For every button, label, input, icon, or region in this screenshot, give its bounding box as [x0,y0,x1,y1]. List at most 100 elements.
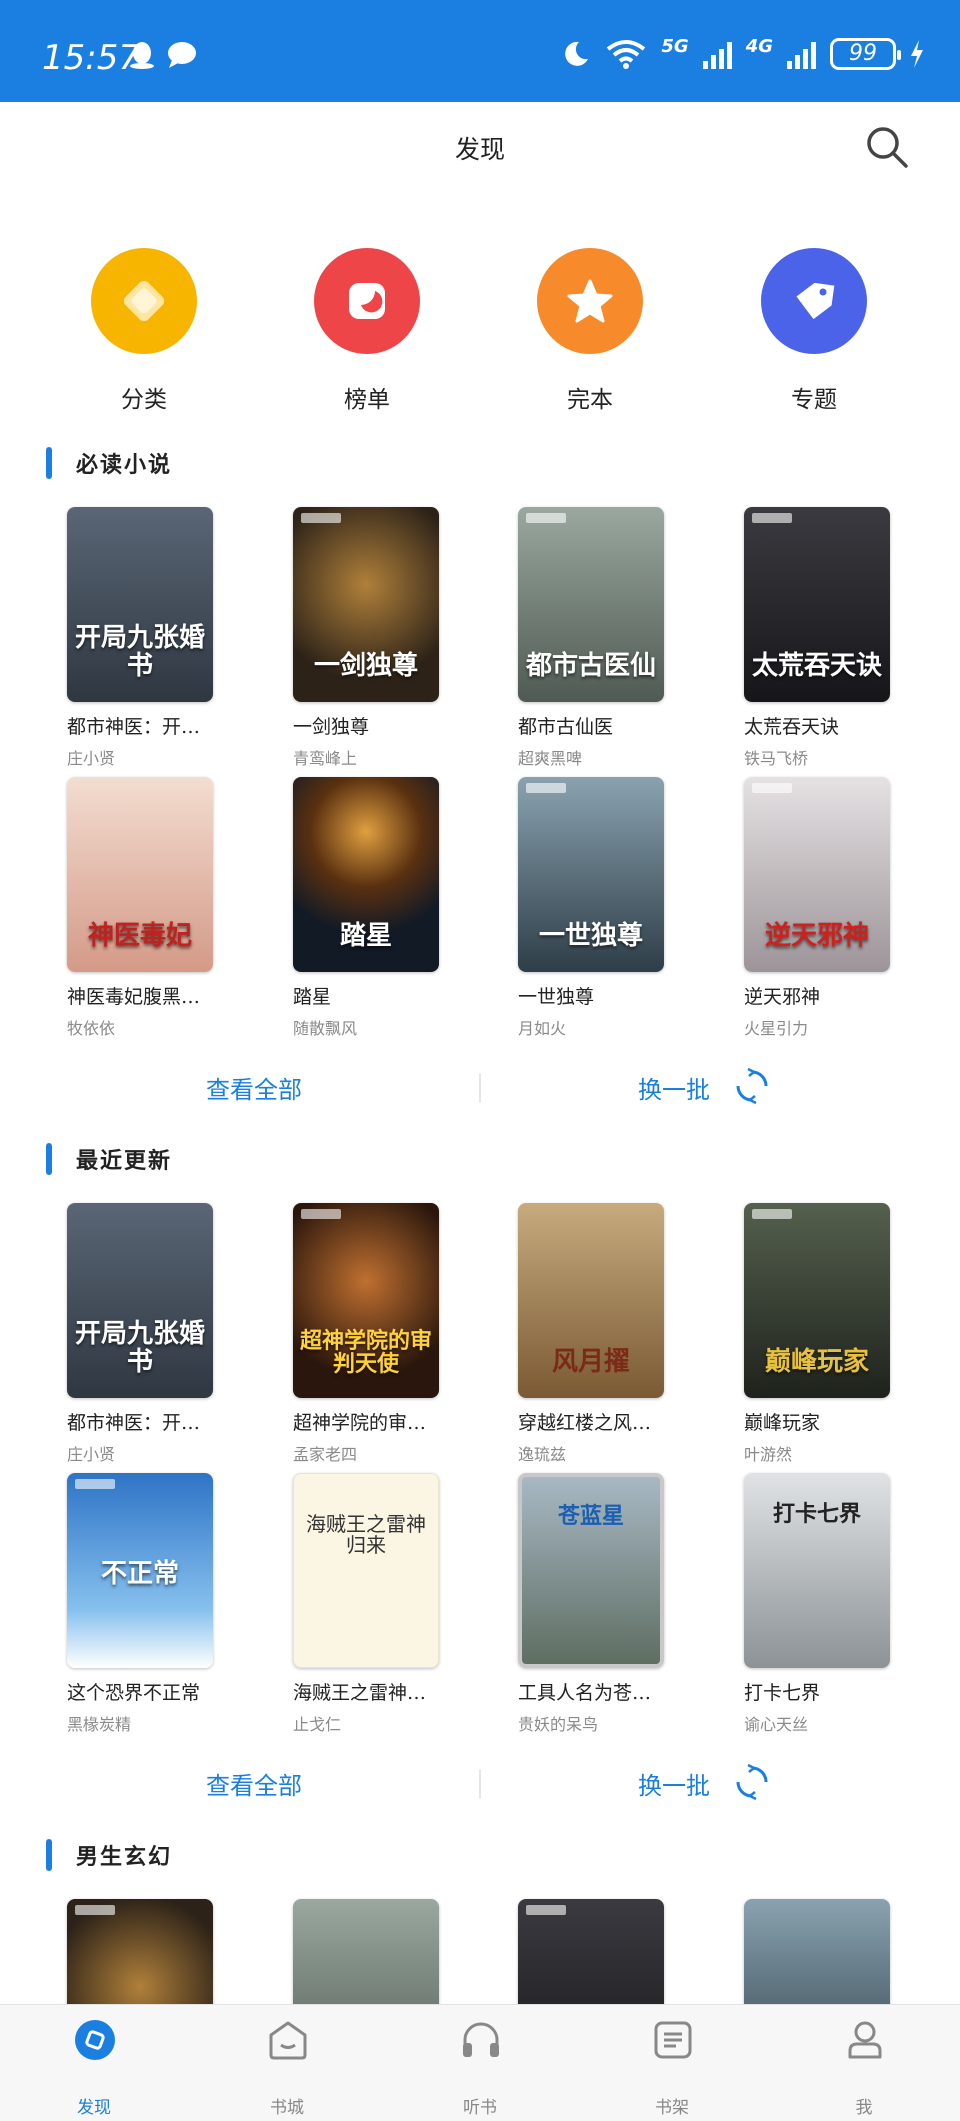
bottom-nav: 发现 书城 听书 书架 我 [0,2004,960,2121]
book-cover: 开局九张婚书 [67,1203,213,1398]
cover-title: 巅峰玩家 [764,1346,869,1377]
status-time: 15:57 [42,38,140,78]
shortcut-category[interactable]: 分类 [64,248,224,414]
section-accent-bar [46,1143,52,1175]
book-title: 踏星 [293,986,332,1008]
book-author: 超爽黑啤 [518,749,583,768]
shortcut-label: 完本 [567,387,613,413]
cover-title: 超神学院的审判天使 [299,1328,432,1377]
book-card[interactable]: 风月擢 穿越红楼之风… 逸琉兹 [518,1203,668,1465]
book-card[interactable]: 海贼王之雷神归来 海贼王之雷神… 止戈仁 [293,1473,443,1735]
notification-icons [128,40,198,70]
moon-badge-icon [314,248,420,354]
nav-label: 书架 [655,2098,689,2118]
battery-icon: 99 [830,37,901,70]
section-actions: 查看全部 换一批 [0,1764,960,1806]
cover-title: 逆天邪神 [764,920,869,951]
view-all-button[interactable]: 查看全部 [206,1766,302,1801]
nav-label: 我 [855,2098,873,2118]
book-author: 止戈仁 [293,1715,342,1734]
book-author: 月如火 [518,1019,567,1038]
section-header: 男生玄幻 [46,1838,172,1872]
book-card[interactable]: 都市古医仙 都市古仙医 超爽黑啤 [518,507,668,769]
nav-bookstore[interactable]: 书城 [227,2005,347,2121]
section-header: 最近更新 [46,1142,172,1176]
publisher-badge [301,513,341,523]
book-author: 孟家老四 [293,1445,358,1464]
section-actions: 查看全部 换一批 [0,1068,960,1110]
book-author: 庄小贤 [67,749,116,768]
publisher-badge [752,783,792,793]
book-card[interactable]: 巅峰玩家 巅峰玩家 叶游然 [744,1203,894,1465]
nav-discover[interactable]: 发现 [34,2005,154,2121]
cover-title: 风月擢 [551,1346,630,1377]
book-author: 铁马飞桥 [744,749,809,768]
book-card[interactable]: 不正常 这个恐界不正常 黑椽炭精 [67,1473,217,1735]
shortcut-label: 分类 [121,387,167,413]
shortcut-completed[interactable]: 完本 [510,248,670,414]
refresh-icon[interactable] [734,1068,770,1104]
book-card[interactable]: 神医毒妃 神医毒妃腹黑… 牧依依 [67,777,217,1039]
nav-profile[interactable]: 我 [804,2005,924,2121]
book-card[interactable]: 踏星 踏星 随散飘风 [293,777,443,1039]
section-title: 男生玄幻 [76,1844,173,1870]
section-accent-bar [46,447,52,479]
book-cover: 都市古医仙 [518,507,664,702]
signal-icon [702,39,732,69]
message-icon [168,42,196,68]
view-all-button[interactable]: 查看全部 [206,1070,302,1105]
shortcut-label: 专题 [791,387,837,413]
book-card[interactable]: 一世独尊 一世独尊 月如火 [518,777,668,1039]
book-card[interactable]: 打卡七界 打卡七界 谕心天丝 [744,1473,894,1735]
book-cover: 太荒吞天诀 [744,507,890,702]
book-author: 青鸾峰上 [293,749,358,768]
book-card[interactable]: 开局九张婚书 都市神医：开… 庄小贤 [67,507,217,769]
shortcut-topic[interactable]: 专题 [734,248,894,414]
publisher-badge [526,513,566,523]
book-title: 逆天邪神 [744,986,821,1008]
book-author: 叶游然 [744,1445,793,1464]
refresh-batch-button[interactable]: 换一批 [638,1070,710,1105]
cover-title: 苍蓝星 [557,1504,624,1529]
refresh-batch-button[interactable]: 换一批 [638,1766,710,1801]
search-icon[interactable] [864,124,910,170]
book-title: 都市神医：开… [67,716,201,738]
shortcut-ranking[interactable]: 榜单 [287,248,447,414]
book-card[interactable]: 开局九张婚书 都市神医：开… 庄小贤 [67,1203,217,1465]
cover-title: 开局九张婚书 [74,623,205,681]
network-4g-label: 4G [745,36,773,57]
book-title: 海贼王之雷神… [293,1682,427,1704]
nav-audiobook[interactable]: 听书 [420,2005,540,2121]
charging-icon [911,39,923,68]
nav-label: 听书 [463,2098,497,2118]
book-card[interactable]: 一剑独尊 一剑独尊 青鸾峰上 [293,507,443,769]
book-card[interactable]: 逆天邪神 逆天邪神 火星引力 [744,777,894,1039]
shortcut-row: 分类 榜单 完本 专题 [0,248,960,418]
book-card[interactable]: 太荒吞天诀 太荒吞天诀 铁马飞桥 [744,507,894,769]
book-cover: 一世独尊 [518,777,664,972]
book-author: 庄小贤 [67,1445,116,1464]
refresh-icon[interactable] [734,1764,770,1800]
book-author: 黑椽炭精 [67,1715,132,1734]
publisher-badge [526,783,566,793]
book-title: 神医毒妃腹黑… [67,986,201,1008]
book-title: 穿越红楼之风… [518,1412,652,1434]
network-5g-label: 5G [661,36,689,57]
book-card[interactable]: 苍蓝星 工具人名为苍… 贵妖的呆鸟 [518,1473,668,1735]
book-cover: 风月擢 [518,1203,664,1398]
cover-title: 开局九张婚书 [74,1319,205,1377]
nav-label: 书城 [270,2098,304,2118]
top-bar: 发现 [0,102,960,192]
publisher-badge [526,1905,566,1915]
star-icon [537,248,643,354]
cover-title: 都市古医仙 [525,650,656,681]
battery-level: 99 [849,41,877,66]
book-cover: 神医毒妃 [67,777,213,972]
section-accent-bar [46,1839,52,1871]
publisher-badge [301,1209,341,1219]
nav-bookshelf[interactable]: 书架 [612,2005,732,2121]
book-title: 一世独尊 [518,986,595,1008]
page-title: 发现 [454,135,505,164]
book-card[interactable]: 超神学院的审判天使 超神学院的审… 孟家老四 [293,1203,443,1465]
book-cover: 巅峰玩家 [744,1203,890,1398]
